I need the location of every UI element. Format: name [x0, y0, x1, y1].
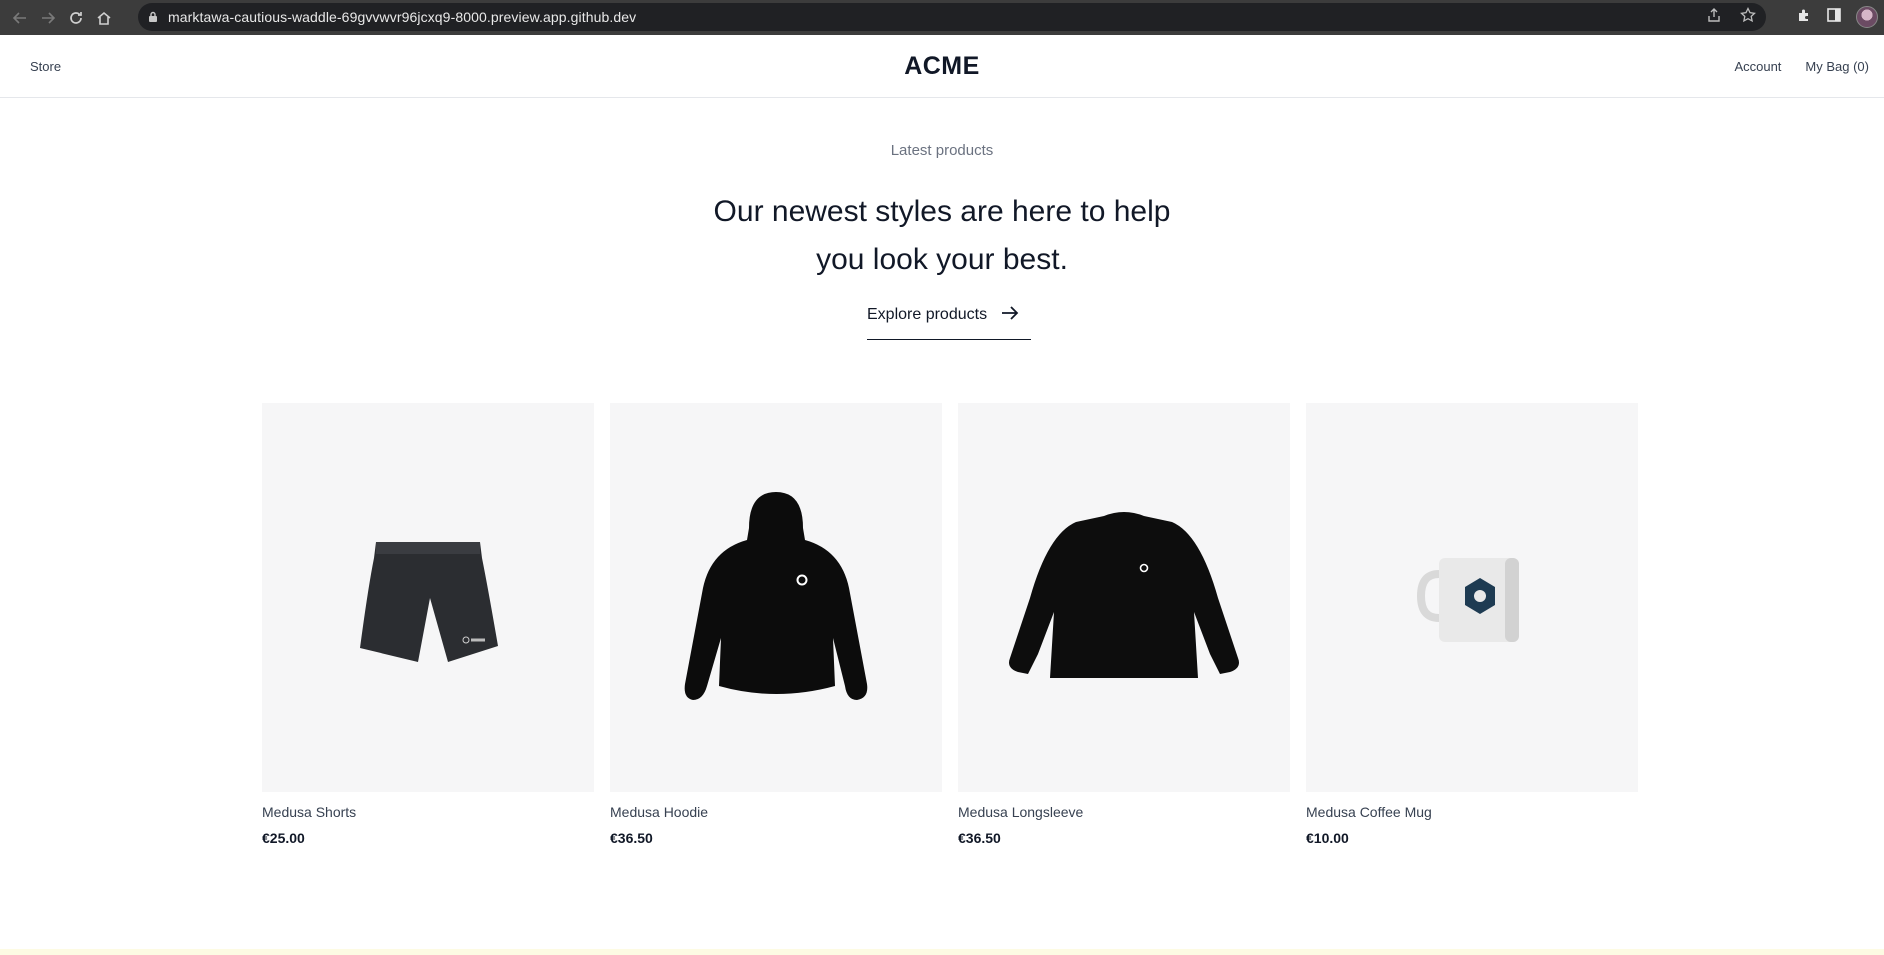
product-name[interactable]: Medusa Hoodie — [610, 804, 942, 820]
product-name[interactable]: Medusa Coffee Mug — [1306, 804, 1638, 820]
product-price: €36.50 — [610, 830, 653, 846]
address-bar[interactable]: marktawa-cautious-waddle-69gvvwvr96jcxq9… — [138, 3, 1766, 31]
product-name[interactable]: Medusa Longsleeve — [958, 804, 1290, 820]
profile-avatar[interactable] — [1856, 6, 1878, 28]
product-image-mug[interactable] — [1306, 403, 1638, 792]
product-image-hoodie[interactable] — [610, 403, 942, 792]
product-card[interactable]: Medusa Longsleeve €36.50 — [958, 403, 1290, 846]
hero-kicker: Latest products — [890, 142, 994, 159]
product-card[interactable]: Medusa Hoodie €36.50 — [610, 403, 942, 846]
arrow-right-icon — [1001, 305, 1019, 323]
url-text[interactable]: marktawa-cautious-waddle-69gvvwvr96jcxq9… — [168, 9, 636, 25]
product-price: €36.50 — [958, 830, 1001, 846]
hero-title-line-2: you look your best. — [816, 243, 1068, 276]
brand-logo[interactable]: ACME — [0, 52, 1884, 81]
header-actions: Account My Bag (0) — [1734, 59, 1869, 74]
product-name[interactable]: Medusa Shorts — [262, 804, 594, 820]
lock-icon[interactable] — [138, 11, 168, 23]
forward-arrow-icon[interactable] — [34, 4, 62, 32]
account-link[interactable]: Account — [1734, 59, 1781, 74]
extensions-icon[interactable] — [1796, 7, 1812, 28]
product-card[interactable]: Medusa Shorts €25.00 — [262, 403, 594, 846]
product-price: €10.00 — [1306, 830, 1349, 846]
footer-banner — [0, 949, 1884, 955]
reload-icon[interactable] — [62, 4, 90, 32]
product-price: €25.00 — [262, 830, 305, 846]
hero-title: Our newest styles are here to help you l… — [0, 188, 1884, 284]
product-card[interactable]: Medusa Coffee Mug €10.00 — [1306, 403, 1638, 846]
hero-title-line-1: Our newest styles are here to help — [713, 195, 1171, 228]
explore-products-link[interactable]: Explore products — [867, 306, 1031, 340]
back-arrow-icon[interactable] — [6, 4, 34, 32]
product-image-longsleeve[interactable] — [958, 403, 1290, 792]
bag-link[interactable]: My Bag (0) — [1805, 59, 1869, 74]
share-icon[interactable] — [1706, 7, 1722, 28]
home-icon[interactable] — [90, 4, 118, 32]
store-header: Store ACME Account My Bag (0) — [0, 35, 1884, 98]
explore-products-label: Explore products — [867, 306, 988, 323]
browser-toolbar: marktawa-cautious-waddle-69gvvwvr96jcxq9… — [0, 0, 1884, 35]
product-image-shorts[interactable] — [262, 403, 594, 792]
product-grid: Medusa Shorts €25.00 Medusa Hoodie €36.5… — [262, 403, 1638, 846]
sidepanel-icon[interactable] — [1826, 7, 1842, 28]
star-icon[interactable] — [1740, 6, 1756, 28]
